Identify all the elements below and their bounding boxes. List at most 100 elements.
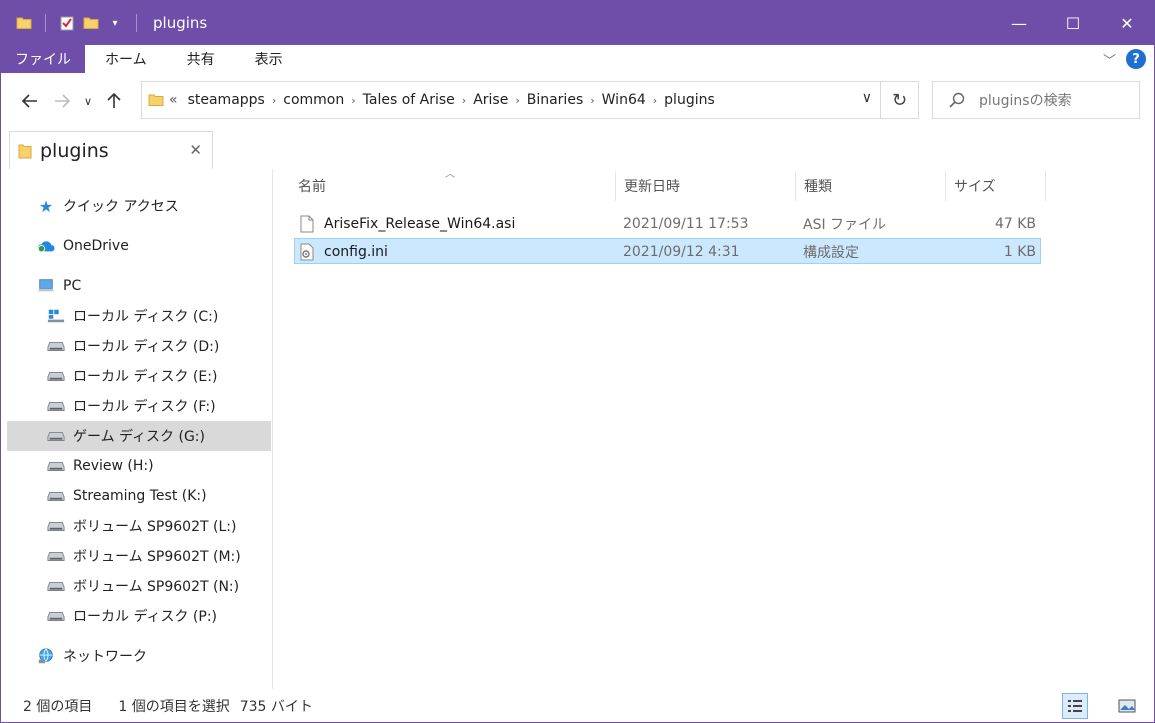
file-date: 2021/09/11 17:53 <box>623 216 749 232</box>
properties-icon[interactable] <box>58 14 76 32</box>
column-header-name[interactable]: 名前 <box>290 171 616 201</box>
breadcrumb-common[interactable]: common <box>278 92 349 108</box>
column-label: 種類 <box>804 179 832 195</box>
file-row[interactable]: AriseFix_Release_Win64.asi 2021/09/11 17… <box>294 211 1041 237</box>
tab-view[interactable]: 表示 <box>235 45 303 73</box>
close-button[interactable]: ✕ <box>1100 1 1154 45</box>
chevron-right-icon[interactable]: › <box>349 94 357 107</box>
address-dropdown-icon[interactable]: ∨ <box>862 90 872 106</box>
nav-drive-g[interactable]: ゲーム ディスク (G:) <box>7 421 271 451</box>
details-view-icon[interactable] <box>1062 693 1088 719</box>
column-header-size[interactable]: サイズ <box>946 171 1046 201</box>
drive-icon <box>47 578 65 594</box>
close-tab-icon[interactable]: ✕ <box>189 141 202 159</box>
back-arrow-icon[interactable] <box>15 86 45 116</box>
chevron-right-icon[interactable]: › <box>513 94 521 107</box>
maximize-button[interactable]: ☐ <box>1046 1 1100 45</box>
file-type: ASI ファイル <box>803 217 887 233</box>
nav-pc[interactable]: PC <box>7 271 271 301</box>
recent-locations-icon[interactable]: ∨ <box>79 86 97 116</box>
nav-label: ボリューム SP9602T (L:) <box>73 519 237 535</box>
nav-quick-access[interactable]: ★ クイック アクセス <box>7 191 271 221</box>
selection-size: 735 バイト <box>239 699 313 715</box>
nav-label: OneDrive <box>63 238 129 254</box>
column-header-type[interactable]: 種類 <box>796 171 946 201</box>
refresh-icon[interactable]: ↻ <box>881 81 919 119</box>
chevron-right-icon[interactable]: › <box>460 94 468 107</box>
chevron-right-icon[interactable]: › <box>651 94 659 107</box>
search-icon <box>949 92 965 108</box>
nav-drive-n[interactable]: ボリューム SP9602T (N:) <box>7 571 271 601</box>
file-type: 構成設定 <box>803 245 859 261</box>
tab-home[interactable]: ホーム <box>85 45 167 73</box>
nav-drive-p[interactable]: ローカル ディスク (P:) <box>7 601 271 631</box>
new-folder-icon[interactable] <box>82 14 100 32</box>
drive-icon <box>47 338 65 354</box>
file-date: 2021/09/12 4:31 <box>623 244 740 260</box>
breadcrumb-overflow[interactable]: « <box>164 92 183 108</box>
file-icon <box>300 211 314 237</box>
breadcrumb-tales-of-arise[interactable]: Tales of Arise <box>358 92 460 108</box>
help-icon[interactable]: ? <box>1126 49 1146 69</box>
drive-icon <box>47 458 65 474</box>
title-bar: ▾ plugins — ☐ ✕ <box>1 1 1154 45</box>
cloud-icon <box>37 238 55 254</box>
breadcrumb-arise[interactable]: Arise <box>468 92 513 108</box>
quick-access-toolbar: ▾ plugins <box>1 1 207 45</box>
column-header-date[interactable]: 更新日時 <box>616 171 796 201</box>
nav-drive-f[interactable]: ローカル ディスク (F:) <box>7 391 271 421</box>
breadcrumb-win64[interactable]: Win64 <box>597 92 651 108</box>
ribbon-tabs: ファイル ホーム 共有 表示 ﹀ ? <box>1 45 1154 73</box>
separator <box>136 14 137 32</box>
nav-drive-l[interactable]: ボリューム SP9602T (L:) <box>7 511 271 541</box>
large-icons-view-icon[interactable] <box>1114 693 1140 719</box>
navigation-bar: ∨ « steamapps › common › Tales of Arise … <box>1 73 1154 129</box>
selection-count: 1 個の項目を選択 <box>118 699 230 715</box>
explorer-window: ▾ plugins — ☐ ✕ ファイル ホーム 共有 表示 ﹀ ? ∨ « s… <box>0 0 1155 723</box>
nav-drive-h[interactable]: Review (H:) <box>7 451 271 481</box>
folder-icon <box>15 14 33 32</box>
status-bar: 2 個の項目 1 個の項目を選択 735 バイト <box>1 689 1154 723</box>
file-name: config.ini <box>324 244 388 260</box>
tab-share[interactable]: 共有 <box>167 45 235 73</box>
drive-icon <box>47 518 65 534</box>
item-count: 2 個の項目 <box>23 699 93 715</box>
file-size: 47 KB <box>994 216 1036 232</box>
drive-icon <box>47 368 65 384</box>
nav-label: ローカル ディスク (D:) <box>73 339 220 355</box>
drive-icon <box>47 488 65 504</box>
chevron-right-icon[interactable]: › <box>270 94 278 107</box>
drive-icon <box>47 398 65 414</box>
nav-drive-k[interactable]: Streaming Test (K:) <box>7 481 271 511</box>
drive-icon <box>47 548 65 564</box>
nav-drive-d[interactable]: ローカル ディスク (D:) <box>7 331 271 361</box>
breadcrumb-steamapps[interactable]: steamapps <box>183 92 270 108</box>
nav-network[interactable]: ネットワーク <box>7 641 271 671</box>
column-label: 更新日時 <box>624 179 680 195</box>
nav-drive-e[interactable]: ローカル ディスク (E:) <box>7 361 271 391</box>
nav-label: ネットワーク <box>63 649 147 665</box>
expand-ribbon-icon[interactable]: ﹀ <box>1103 50 1116 69</box>
folder-tab[interactable]: plugins ✕ <box>9 131 213 169</box>
breadcrumb-binaries[interactable]: Binaries <box>522 92 589 108</box>
file-row-selected[interactable]: config.ini 2021/09/12 4:31 構成設定 1 KB <box>294 238 1041 264</box>
address-bar[interactable]: « steamapps › common › Tales of Arise › … <box>141 81 881 119</box>
chevron-right-icon[interactable]: › <box>588 94 596 107</box>
nav-drive-c[interactable]: ローカル ディスク (C:) <box>7 301 271 331</box>
nav-drive-m[interactable]: ボリューム SP9602T (M:) <box>7 541 271 571</box>
breadcrumb-plugins[interactable]: plugins <box>659 92 720 108</box>
search-box[interactable]: pluginsの検索 <box>932 81 1140 119</box>
forward-arrow-icon[interactable] <box>47 86 77 116</box>
tab-file[interactable]: ファイル <box>1 45 85 73</box>
customize-dropdown-icon[interactable]: ▾ <box>106 14 124 32</box>
up-arrow-icon[interactable] <box>99 86 129 116</box>
nav-label: Review (H:) <box>73 458 154 474</box>
windows-drive-icon <box>47 308 65 324</box>
minimize-button[interactable]: — <box>992 1 1046 45</box>
network-icon <box>37 648 55 664</box>
column-label: サイズ <box>954 179 996 195</box>
nav-onedrive[interactable]: OneDrive <box>7 231 271 261</box>
nav-label: Streaming Test (K:) <box>73 488 207 504</box>
nav-label: クイック アクセス <box>63 199 179 215</box>
star-icon: ★ <box>38 196 54 216</box>
